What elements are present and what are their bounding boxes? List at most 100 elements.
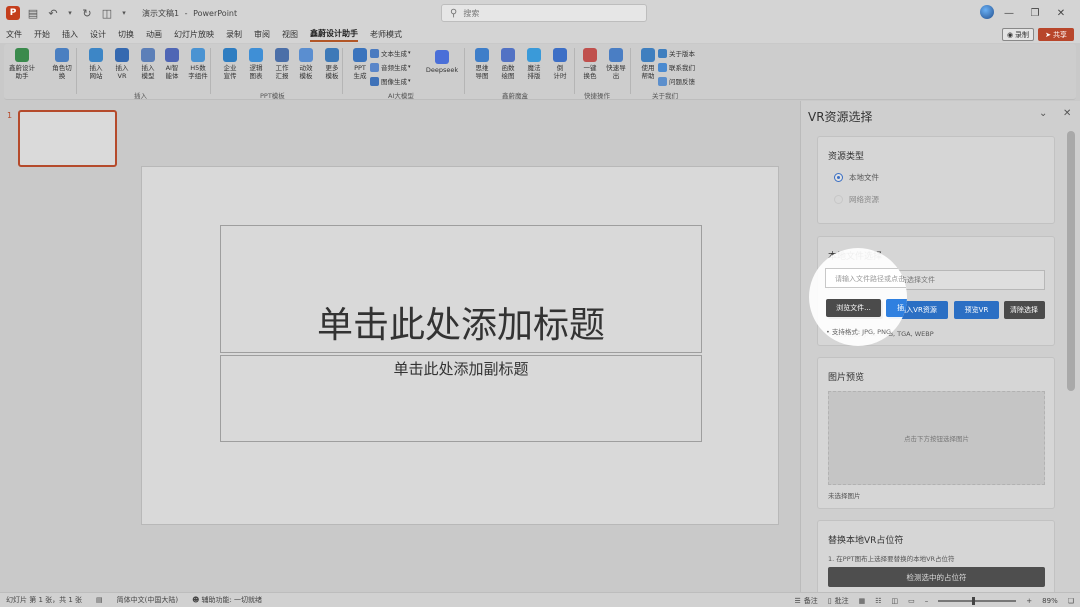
one-click-color-label-1: 一键 (583, 64, 597, 72)
notes-button[interactable]: 备注 (804, 596, 818, 606)
subtitle-placeholder[interactable]: 单击此处添加副标题 (220, 355, 702, 442)
menu-item-9[interactable]: 视图 (282, 29, 298, 41)
one-click-color-button[interactable]: 一键 换色 (576, 48, 604, 80)
undo-icon[interactable]: ↶ (46, 6, 60, 20)
logic-diagram-button[interactable]: 逻辑 图表 (242, 48, 270, 80)
window-title: 演示文稿1 - PowerPoint (142, 8, 237, 19)
undo-dropdown-icon[interactable]: ▾ (66, 6, 74, 20)
zoom-level[interactable]: 89% (1042, 597, 1058, 605)
slideshow-icon[interactable]: ▭ (908, 597, 915, 605)
insert-website-label-2: 网站 (89, 72, 103, 80)
contact-us-label: 联系我们 (669, 64, 695, 72)
design-assistant-button[interactable]: 鑫蔚设计 助手 (8, 48, 36, 80)
accessibility-status[interactable]: 辅助功能: 一切就绪 (201, 595, 262, 605)
zoom-slider[interactable] (938, 596, 1017, 605)
pane-scrollbar[interactable] (1067, 131, 1075, 391)
radio-local-file[interactable]: 本地文件 (834, 172, 879, 183)
zoom-in-icon[interactable]: + (1026, 597, 1032, 605)
spotlight-path-input[interactable]: 请输入文件路径或点击选择文件 (825, 268, 907, 288)
animation-template-icon (299, 48, 313, 62)
image-generate-label: 图像生成 (381, 78, 407, 86)
text-generate-button[interactable]: 文本生成 ▾ (370, 48, 411, 58)
spotlight-browse-button[interactable]: 浏览文件... (826, 299, 881, 317)
menu-item-7[interactable]: 录制 (226, 29, 242, 41)
ppt-generate-button[interactable]: PPT 生成 (346, 48, 374, 80)
insert-vr-button[interactable]: 插入 VR (108, 48, 136, 80)
menu-item-11[interactable]: 老师模式 (370, 29, 402, 41)
menu-item-8[interactable]: 审阅 (254, 29, 270, 41)
clear-selection-button[interactable]: 清除选择 (1004, 301, 1045, 319)
corporate-promo-icon (223, 48, 237, 62)
search-input[interactable]: ⚲ 搜索 (441, 4, 647, 22)
redo-icon[interactable]: ↻ (80, 6, 94, 20)
present-icon[interactable]: ◫ (100, 6, 114, 20)
menu-item-4[interactable]: 切换 (118, 29, 134, 41)
radio-network-resource-label: 网络资源 (849, 195, 879, 204)
image-generate-button[interactable]: 图像生成 ▾ (370, 76, 411, 86)
countdown-timer-button[interactable]: 倒计时 (546, 48, 574, 80)
language-status[interactable]: 简体中文(中国大陆) (117, 595, 178, 605)
normal-view-icon[interactable]: ▦ (859, 597, 866, 605)
contact-us-button[interactable]: 联系我们 (658, 62, 695, 72)
quick-export-icon (609, 48, 623, 62)
account-avatar[interactable] (980, 5, 994, 19)
deepseek-button[interactable]: Deepseek (424, 50, 460, 74)
insert-website-button[interactable]: 插入 网站 (82, 48, 110, 80)
logic-diagram-label-2: 图表 (249, 72, 263, 80)
zoom-slider-thumb[interactable] (972, 596, 976, 605)
h5-components-button[interactable]: H5数 字组件 (184, 48, 212, 80)
menu-item-2[interactable]: 插入 (62, 29, 78, 41)
slide-sorter-icon[interactable]: ☷ (875, 597, 881, 605)
menu-item-10[interactable]: 鑫蔚设计助手 (310, 28, 358, 42)
quick-export-button[interactable]: 快速导出 (602, 48, 630, 80)
spotlight-insert-button[interactable]: 插入VR资源 (886, 299, 907, 317)
magic-layout-label-2: 排版 (527, 72, 541, 80)
slide-thumbnail[interactable] (18, 110, 117, 167)
corporate-promo-button[interactable]: 企业 宣传 (216, 48, 244, 80)
role-switch-button[interactable]: 角色切换 (48, 48, 76, 80)
slide-canvas[interactable]: 单击此处添加标题 单击此处添加副标题 (141, 166, 779, 525)
feedback-button[interactable]: 问题反馈 (658, 76, 695, 86)
zoom-out-icon[interactable]: – (925, 597, 929, 605)
menu-item-0[interactable]: 文件 (6, 29, 22, 41)
share-button[interactable]: ➤ 共享 (1038, 28, 1074, 41)
menu-item-5[interactable]: 动画 (146, 29, 162, 41)
radio-network-resource[interactable]: 网络资源 (834, 194, 879, 205)
save-icon[interactable]: ▤ (26, 6, 40, 20)
comments-button[interactable]: 批注 (835, 596, 849, 606)
animation-template-button[interactable]: 动效 模板 (292, 48, 320, 80)
ai-digital-human-button[interactable]: AI智 能体 (158, 48, 186, 80)
preview-vr-label: 预览VR (964, 306, 989, 314)
title-placeholder[interactable]: 单击此处添加标题 (220, 225, 702, 353)
pane-close-icon[interactable]: ✕ (1063, 108, 1071, 119)
mind-map-navigator-button[interactable]: 思维 导图 (468, 48, 496, 80)
reading-view-icon[interactable]: ◫ (892, 597, 899, 605)
fit-slide-icon[interactable]: ❏ (1068, 597, 1074, 605)
about-version-button[interactable]: 关于版本 (658, 48, 695, 58)
pane-options-chevron-icon[interactable]: ⌄ (1039, 108, 1047, 119)
spellcheck-icon[interactable]: ▤ (96, 596, 103, 604)
menu-item-1[interactable]: 开始 (34, 29, 50, 41)
minimize-icon[interactable]: — (996, 8, 1022, 19)
ribbon-group-separator (76, 48, 77, 94)
restore-icon[interactable]: ❐ (1022, 8, 1048, 19)
h5-components-label-1: H5数 (190, 64, 206, 72)
ppt-generate-label-2: 生成 (353, 72, 367, 80)
function-plot-button[interactable]: 函数 绘图 (494, 48, 522, 80)
close-icon[interactable]: ✕ (1048, 8, 1074, 19)
audio-generate-button[interactable]: 音频生成 ▾ (370, 62, 411, 72)
about-version-label: 关于版本 (669, 50, 695, 58)
help-button[interactable]: 使用 帮助 (634, 48, 662, 80)
spotlight-formats-text: • 支持格式: JPG, PNG, TGA, WEBP (826, 328, 907, 336)
magic-layout-button[interactable]: 魔法 排版 (520, 48, 548, 80)
insert-website-label-1: 插入 (89, 64, 103, 72)
image-preview-area[interactable]: 点击下方按钮选择图片 (828, 391, 1045, 485)
customize-toolbar-icon[interactable]: ▾ (120, 6, 128, 20)
preview-vr-button[interactable]: 预览VR (954, 301, 999, 319)
replace-placeholder-card: 替换本地VR占位符 1. 在PPT图布上选择要替换的本地VR占位符 检测选中的占… (817, 520, 1055, 592)
menu-item-6[interactable]: 幻灯片放映 (174, 29, 214, 41)
menu-item-3[interactable]: 设计 (90, 29, 106, 41)
record-button[interactable]: ◉ 录制 (1002, 28, 1034, 41)
audio-generate-label: 音频生成 (381, 64, 407, 72)
detect-placeholder-button[interactable]: 检测选中的占位符 (828, 567, 1045, 587)
